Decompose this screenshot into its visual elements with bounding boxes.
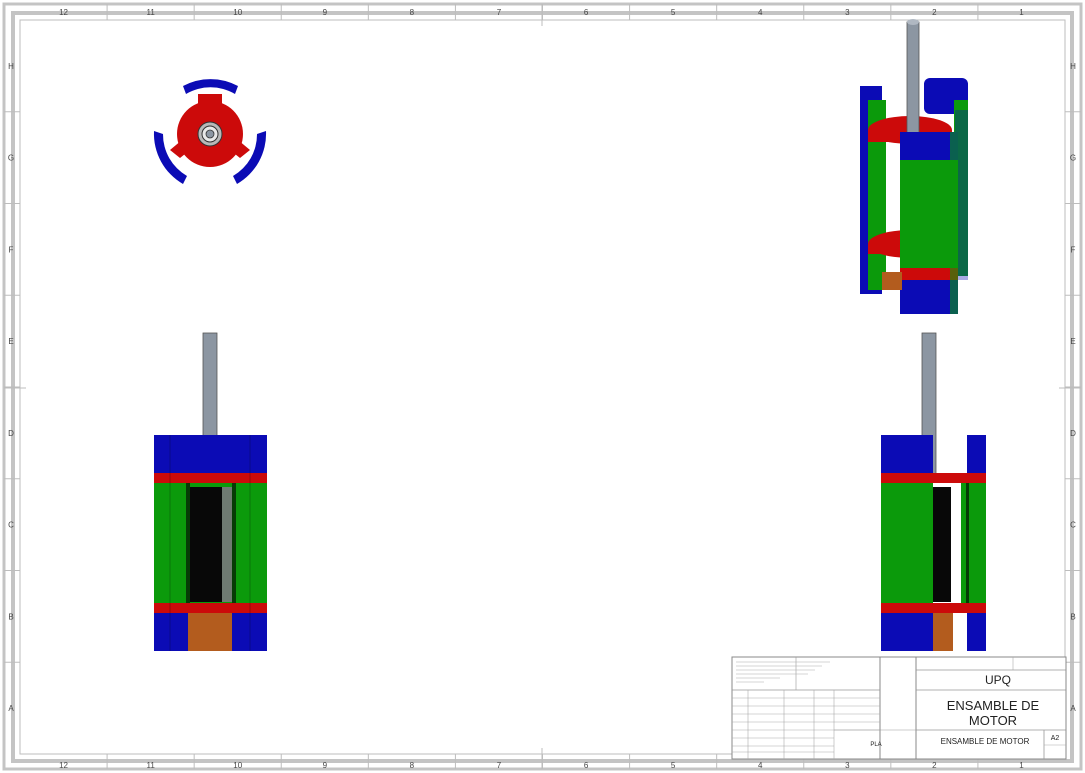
zone-column-label-bottom: 5 bbox=[671, 761, 676, 770]
sheet-size: A2 bbox=[1051, 735, 1060, 742]
zone-column-label-bottom: 1 bbox=[1019, 761, 1024, 770]
front-view bbox=[154, 332, 267, 651]
zone-row-label-right: F bbox=[1071, 245, 1076, 254]
front-view-base bbox=[188, 613, 232, 651]
zone-column-label-bottom: 3 bbox=[845, 761, 850, 770]
zone-column-label-bottom: 8 bbox=[410, 761, 415, 770]
zone-row-label-left: E bbox=[8, 337, 13, 346]
zone-column-label-top: 2 bbox=[932, 8, 937, 17]
zone-row-label-left: B bbox=[8, 612, 13, 621]
zone-row-label-right: E bbox=[1070, 337, 1075, 346]
company-name: UPQ bbox=[985, 673, 1011, 687]
zone-column-label-bottom: 6 bbox=[584, 761, 589, 770]
zone-column-label-bottom: 12 bbox=[59, 761, 68, 770]
zone-column-label-bottom: 10 bbox=[233, 761, 242, 770]
drawing-title-line: MOTOR bbox=[969, 713, 1017, 728]
top-view-magnet-top bbox=[183, 79, 238, 94]
zone-row-label-left: D bbox=[8, 429, 14, 438]
isometric-view bbox=[860, 19, 968, 314]
zone-column-label-bottom: 7 bbox=[497, 761, 502, 770]
zone-column-label-bottom: 4 bbox=[758, 761, 763, 770]
zone-column-label-top: 4 bbox=[758, 8, 763, 17]
title-block: PLA UPQ ENSAMBLE DE MOTOR ENSAMBLE DE MOT… bbox=[731, 656, 1067, 760]
drawing-number: ENSAMBLE DE MOTOR bbox=[941, 737, 1030, 746]
zone-column-label-top: 11 bbox=[146, 8, 155, 17]
isometric-shaft bbox=[906, 21, 920, 143]
zone-row-label-left: G bbox=[8, 154, 14, 163]
zone-column-label-top: 8 bbox=[410, 8, 415, 17]
zone-row-label-right: A bbox=[1070, 704, 1076, 713]
side-view bbox=[881, 332, 986, 651]
side-view-base bbox=[933, 613, 953, 651]
zone-row-label-right: B bbox=[1070, 612, 1075, 621]
zone-row-label-right: G bbox=[1070, 154, 1076, 163]
zone-row-label-left: C bbox=[8, 521, 14, 530]
zone-row-label-right: C bbox=[1070, 521, 1076, 530]
zone-row-label-right: D bbox=[1070, 429, 1076, 438]
zone-row-label-left: H bbox=[8, 62, 14, 71]
zone-column-label-top: 5 bbox=[671, 8, 676, 17]
zone-column-label-top: 7 bbox=[497, 8, 502, 17]
zone-column-label-top: 10 bbox=[233, 8, 242, 17]
zone-row-label-right: H bbox=[1070, 62, 1076, 71]
drawing-title-line: ENSAMBLE DE bbox=[947, 698, 1040, 713]
top-view bbox=[153, 79, 267, 184]
zone-column-label-bottom: 2 bbox=[932, 761, 937, 770]
zone-column-label-top: 1 bbox=[1019, 8, 1024, 17]
zone-row-label-left: F bbox=[9, 245, 14, 254]
zone-column-label-top: 12 bbox=[59, 8, 68, 17]
zone-column-label-bottom: 9 bbox=[323, 761, 328, 770]
zone-row-label-left: A bbox=[8, 704, 14, 713]
drawing-sheet: 121211111010998877665544332211H HG GF FE ED D… bbox=[2, 2, 1083, 771]
zone-column-label-top: 6 bbox=[584, 8, 589, 17]
material-text: PLA bbox=[870, 742, 881, 748]
zone-column-label-top: 9 bbox=[323, 8, 328, 17]
zone-column-label-top: 3 bbox=[845, 8, 850, 17]
zone-column-label-bottom: 11 bbox=[146, 761, 155, 770]
